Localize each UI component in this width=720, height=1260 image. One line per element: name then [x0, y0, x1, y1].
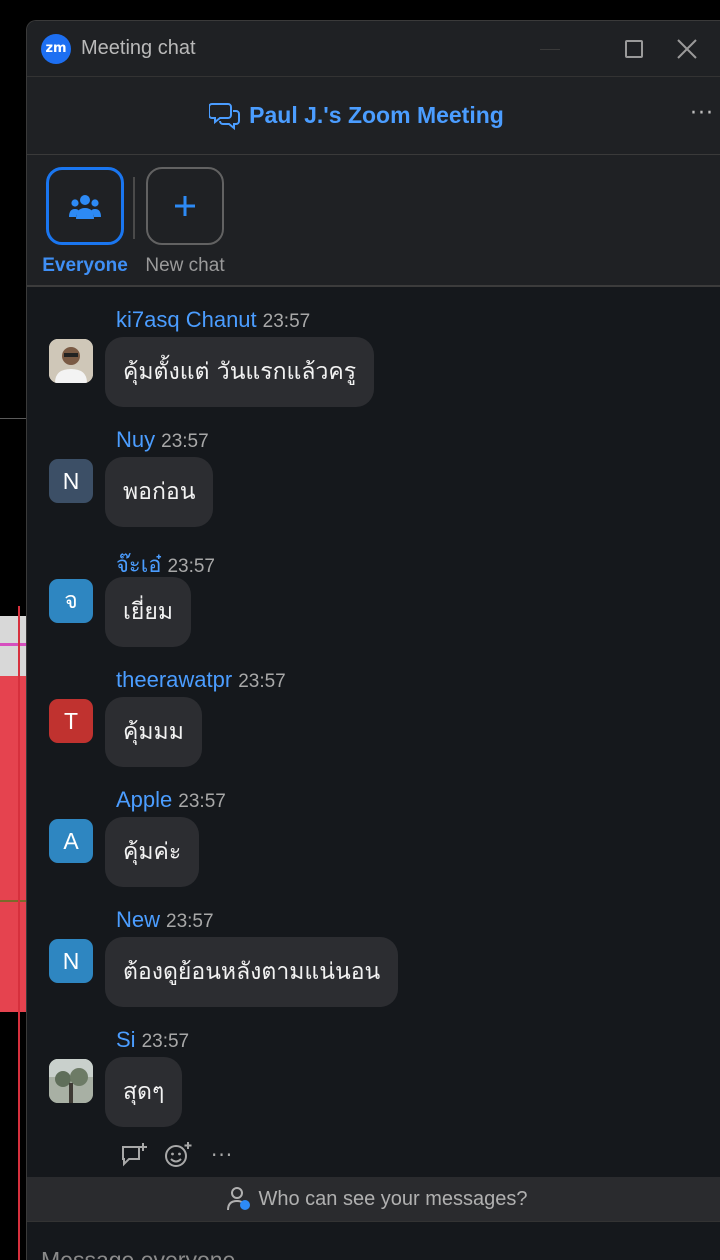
visibility-notice[interactable]: Who can see your messages? [27, 1177, 720, 1221]
avatar[interactable]: N [49, 459, 93, 503]
message-input[interactable] [41, 1238, 701, 1260]
meeting-title: Paul J.'s Zoom Meeting [249, 102, 504, 128]
background-divider [0, 418, 26, 419]
message-bubble[interactable]: คุ้มค่ะ [105, 817, 200, 887]
window-controls [508, 21, 720, 77]
avatar[interactable] [49, 339, 93, 383]
sender-name[interactable]: Nuy [116, 427, 155, 452]
chat-recipient-tabs: Everyone New chat [27, 155, 720, 287]
chat-message-list[interactable]: ki7asq Chanut 23:57 คุ้มตั้งแต่ วันแรกแล้… [27, 289, 720, 1179]
avatar[interactable] [49, 1059, 93, 1103]
message-bubble[interactable]: เยี่ยม [105, 577, 191, 647]
message-composer [27, 1221, 720, 1260]
visibility-text: Who can see your messages? [258, 1187, 528, 1210]
emoji-reaction-icon[interactable] [163, 1141, 193, 1169]
list-item: จ๊ะเอ๋ 23:57 จ เยี่ยม [27, 529, 720, 649]
message-time: 23:57 [167, 556, 215, 577]
message-time: 23:57 [141, 1031, 190, 1052]
tab-label-new-chat: New chat [145, 255, 225, 276]
list-item: ki7asq Chanut 23:57 คุ้มตั้งแต่ วันแรกแล้… [27, 289, 720, 409]
profile-photo-icon [49, 1059, 93, 1103]
avatar[interactable]: A [49, 819, 93, 863]
message-meta: New 23:57 [116, 907, 214, 933]
message-bubble[interactable]: คุ้มมม [105, 697, 202, 767]
message-actions: ··· [119, 1141, 233, 1169]
message-time: 23:57 [161, 431, 209, 452]
background-red-block [0, 676, 26, 1012]
list-item: theerawatpr 23:57 T คุ้มมม [27, 649, 720, 769]
message-bubble[interactable]: สุดๆ [105, 1057, 183, 1127]
avatar[interactable]: N [49, 939, 93, 983]
message-bubble[interactable]: พอก่อน [105, 457, 214, 527]
user-visibility-icon [226, 1186, 252, 1212]
more-actions-button[interactable]: ··· [211, 1143, 233, 1167]
close-icon [677, 39, 697, 59]
sender-name[interactable]: จ๊ะเอ๋ [116, 552, 161, 577]
reply-icon[interactable] [119, 1141, 149, 1169]
sender-name[interactable]: ki7asq Chanut [116, 307, 257, 332]
maximize-icon [625, 40, 643, 58]
list-item: Si 23:57 สุดๆ [27, 1009, 720, 1129]
profile-photo-icon [49, 339, 93, 383]
list-item: New 23:57 N ต้องดูย้อนหลังตามแน่นอน [27, 889, 720, 1009]
plus-icon [175, 196, 195, 216]
meeting-chat-window: zm Meeting chat Paul J.'s Zoom Meeting ·… [26, 20, 720, 1260]
title-bar: zm Meeting chat [27, 21, 720, 77]
sender-name[interactable]: Apple [116, 787, 172, 812]
background-line [0, 900, 26, 902]
new-chat-tab-box[interactable] [146, 167, 224, 245]
message-meta: ki7asq Chanut 23:57 [116, 307, 310, 333]
tab-label-everyone: Everyone [42, 255, 128, 276]
background-panel [0, 616, 26, 676]
zoom-logo: zm [41, 33, 71, 64]
tab-everyone[interactable]: Everyone [35, 155, 135, 277]
more-options-button[interactable]: ··· [690, 101, 714, 126]
people-icon [69, 195, 101, 219]
background-red-line [18, 606, 20, 1260]
avatar[interactable]: T [49, 699, 93, 743]
avatar[interactable]: จ [49, 579, 93, 623]
message-meta: theerawatpr 23:57 [116, 667, 286, 693]
message-time: 23:57 [238, 671, 286, 692]
message-meta: Apple 23:57 [116, 787, 226, 813]
maximize-button[interactable] [592, 21, 676, 77]
sender-name[interactable]: Si [116, 1027, 136, 1052]
everyone-tab-box[interactable] [46, 167, 124, 245]
sender-name[interactable]: New [116, 907, 160, 932]
minimize-icon [540, 48, 560, 50]
window-title: Meeting chat [81, 37, 196, 59]
message-meta: Nuy 23:57 [116, 427, 209, 453]
message-bubble[interactable]: ต้องดูย้อนหลังตามแน่นอน [105, 937, 399, 1007]
list-item: Apple 23:57 A คุ้มค่ะ [27, 769, 720, 889]
message-meta: Si 23:57 [116, 1027, 189, 1053]
close-button[interactable] [676, 21, 720, 77]
message-time: 23:57 [178, 791, 226, 812]
background-marker [0, 643, 26, 646]
tab-new-chat[interactable]: New chat [135, 155, 235, 277]
message-time: 23:57 [262, 311, 311, 332]
message-bubble[interactable]: คุ้มตั้งแต่ วันแรกแล้วครู [105, 337, 375, 407]
chat-header: Paul J.'s Zoom Meeting ··· [27, 77, 720, 155]
message-time: 23:57 [166, 911, 214, 932]
chat-bubbles-icon [209, 102, 241, 130]
minimize-button[interactable] [508, 21, 592, 77]
sender-name[interactable]: theerawatpr [116, 667, 232, 692]
list-item: Nuy 23:57 N พอก่อน [27, 409, 720, 529]
